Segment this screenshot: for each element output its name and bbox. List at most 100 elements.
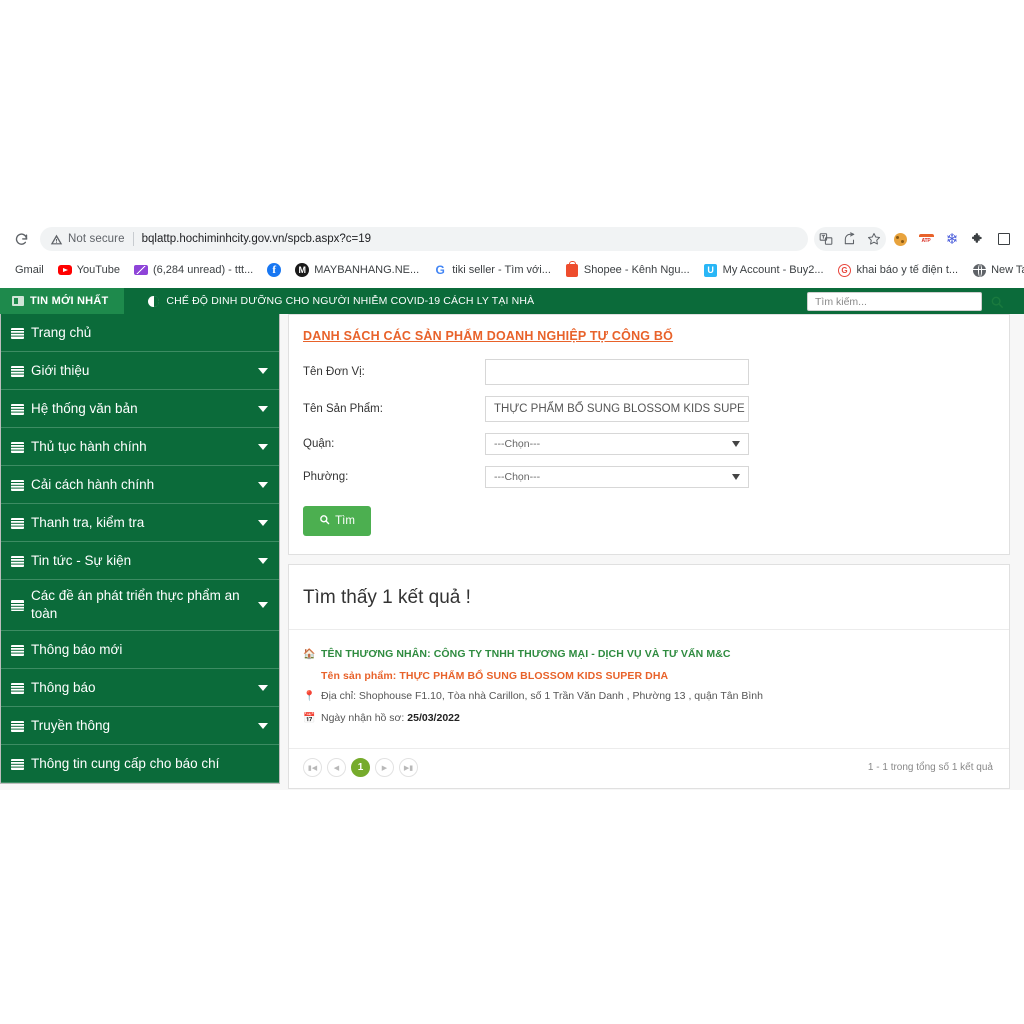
bookmark-shopee[interactable]: Shopee - Kênh Ngu...	[558, 261, 697, 279]
bookmark-label: My Account - Buy2...	[722, 264, 824, 276]
globe-icon	[972, 263, 986, 277]
shopee-icon	[565, 261, 579, 277]
bookmark-new-tab[interactable]: New Tab	[965, 261, 1024, 279]
translate-icon[interactable]	[814, 227, 838, 251]
district-select[interactable]: ---Chọn---	[485, 433, 749, 455]
product-input[interactable]: THỰC PHẨM BỔ SUNG BLOSSOM KIDS SUPE	[485, 396, 749, 422]
result-product-line: Tên sản phẩm: THỰC PHẨM BỔ SUNG BLOSSOM …	[303, 670, 1009, 682]
pagination-page-1[interactable]: 1	[351, 758, 370, 777]
result-address-line: 📍 Địa chỉ: Shophouse F1.10, Tòa nhà Cari…	[303, 690, 1009, 704]
sidebar-item-trang-chu[interactable]: Trang chủ	[1, 314, 279, 352]
bookmark-my-account-buy2[interactable]: U My Account - Buy2...	[697, 261, 831, 279]
atp-extension-icon[interactable]: ATP	[914, 227, 938, 251]
result-date-value: 25/03/2022	[407, 712, 460, 724]
bookmark-facebook[interactable]: f	[260, 261, 288, 279]
sidebar-item-label: Thủ tục hành chính	[31, 438, 147, 454]
screenshot-root: Not secure bqlattp.hochiminhcity.gov.vn/…	[0, 0, 1024, 1024]
sidepanel-icon[interactable]	[992, 227, 1016, 251]
sidebar-item-thu-tuc-hanh-chinh[interactable]: Thủ tục hành chính	[1, 428, 279, 466]
reload-button[interactable]	[8, 226, 34, 252]
bookmarks-bar: Gmail YouTube (6,284 unread) - ttt... f …	[0, 256, 1024, 284]
news-ticker[interactable]: CHẾ ĐỘ DINH DƯỠNG CHO NGƯỜI NHIỄM COVID-…	[148, 295, 534, 307]
search-icon	[319, 514, 330, 528]
pagination-first-button[interactable]: ▮◀	[303, 758, 322, 777]
bookmark-maybanhang[interactable]: M MAYBANHANG.NE...	[288, 261, 426, 279]
not-secure-warning-icon	[50, 233, 63, 246]
chevron-down-icon[interactable]	[258, 602, 268, 608]
chevron-down-icon[interactable]	[258, 684, 268, 691]
list-icon	[11, 479, 24, 491]
result-merchant-line: 🏠 TÊN THƯƠNG NHÂN: CÔNG TY TNHH THƯƠNG M…	[303, 648, 1009, 662]
sidebar-item-thong-tin-bao-chi[interactable]: Thông tin cung cấp cho báo chí	[1, 745, 279, 783]
chevron-down-icon[interactable]	[258, 367, 268, 374]
result-row[interactable]: 🏠 TÊN THƯƠNG NHÂN: CÔNG TY TNHH THƯƠNG M…	[289, 630, 1009, 748]
chevron-down-icon	[732, 474, 740, 480]
google-icon: G	[435, 263, 445, 277]
main-content: DANH SÁCH CÁC SẢN PHẨM DOANH NGHIỆP TỰ C…	[288, 314, 1010, 789]
chevron-down-icon[interactable]	[258, 443, 268, 450]
sidebar-item-label: Giới thiệu	[31, 362, 90, 378]
result-date-label: Ngày nhận hồ sơ:	[321, 712, 405, 724]
sidebar-item-tin-tuc-su-kien[interactable]: Tin tức - Sự kiện	[1, 542, 279, 580]
bookmark-youtube[interactable]: YouTube	[51, 261, 127, 279]
search-icon[interactable]	[990, 295, 1004, 309]
url-text: bqlattp.hochiminhcity.gov.vn/spcb.aspx?c…	[141, 233, 371, 245]
bookmark-unread-mail[interactable]: (6,284 unread) - ttt...	[127, 261, 260, 279]
sidebar-nav: Trang chủ Giới thiệu Hệ thống văn bản Th…	[0, 314, 280, 784]
sidebar-item-gioi-thieu[interactable]: Giới thiệu	[1, 352, 279, 390]
address-bar[interactable]: Not secure bqlattp.hochiminhcity.gov.vn/…	[40, 227, 808, 251]
chevron-down-icon[interactable]	[258, 519, 268, 526]
result-product: Tên sản phẩm: THỰC PHẨM BỔ SUNG BLOSSOM …	[321, 670, 669, 682]
bookmark-gmail[interactable]: Gmail	[8, 262, 51, 278]
web-page: TIN MỚI NHẤT CHẾ ĐỘ DINH DƯỠNG CHO NGƯỜI…	[0, 288, 1024, 790]
sidebar-item-cac-de-an[interactable]: Các đề án phát triển thực phẩm an toàn	[1, 580, 279, 631]
security-label: Not secure	[68, 233, 125, 245]
chevron-down-icon[interactable]	[258, 481, 268, 488]
list-icon	[11, 555, 24, 567]
list-icon	[11, 403, 24, 415]
bookmark-khai-bao-y-te[interactable]: G khai báo y tế điện t...	[831, 261, 966, 279]
product-value: THỰC PHẨM BỔ SUNG BLOSSOM KIDS SUPE	[494, 403, 745, 415]
khaibao-icon: G	[838, 263, 852, 277]
ward-select[interactable]: ---Chọn---	[485, 466, 749, 488]
chevron-down-icon[interactable]	[258, 722, 268, 729]
sidebar-item-thong-bao[interactable]: Thông báo	[1, 669, 279, 707]
sidebar-item-thanh-tra-kiem-tra[interactable]: Thanh tra, kiểm tra	[1, 504, 279, 542]
list-icon	[11, 365, 24, 377]
latest-news-badge[interactable]: TIN MỚI NHẤT	[0, 288, 125, 314]
unit-input[interactable]	[485, 359, 749, 385]
cookie-extension-icon[interactable]	[888, 227, 912, 251]
site-topbar: TIN MỚI NHẤT CHẾ ĐỘ DINH DƯỠNG CHO NGƯỜI…	[0, 288, 1024, 314]
results-header: Tìm thấy 1 kết quả !	[289, 565, 1009, 630]
page-body: Trang chủ Giới thiệu Hệ thống văn bản Th…	[0, 314, 1024, 789]
chevron-down-icon[interactable]	[258, 405, 268, 412]
sidebar-item-thong-bao-moi[interactable]: Thông báo mới	[1, 631, 279, 669]
search-input[interactable]: Tìm kiếm...	[807, 292, 982, 311]
sidebar-item-truyen-thong[interactable]: Truyền thông	[1, 707, 279, 745]
flower-extension-icon[interactable]: ❄	[940, 227, 964, 251]
extensions-puzzle-icon[interactable]	[966, 227, 990, 251]
product-label: Tên Sản Phẩm:	[303, 403, 383, 415]
pagination-next-button[interactable]: ▶	[375, 758, 394, 777]
bookmark-label: khai báo y tế điện t...	[856, 264, 959, 276]
sidebar-item-label: Thông báo mới	[31, 641, 123, 657]
chevron-down-icon[interactable]	[258, 557, 268, 564]
sidebar-item-he-thong-van-ban[interactable]: Hệ thống văn bản	[1, 390, 279, 428]
field-row-ward: Phường: ---Chọn---	[289, 466, 1009, 488]
ward-value: ---Chọn---	[494, 471, 541, 483]
sidebar-item-label: Các đề án phát triển thực phẩm an toàn	[31, 588, 240, 621]
search-submit-button[interactable]: Tìm	[303, 506, 371, 536]
share-icon[interactable]	[838, 227, 862, 251]
sidebar-item-cai-cach-hanh-chinh[interactable]: Cải cách hành chính	[1, 466, 279, 504]
result-date-line: 📅 Ngày nhận hồ sơ: 25/03/2022	[303, 712, 1009, 726]
list-icon	[11, 600, 24, 611]
bookmark-star-icon[interactable]	[862, 227, 886, 251]
contrast-circle-icon	[148, 295, 160, 307]
bookmark-tiki-seller[interactable]: G tiki seller - Tìm với...	[426, 261, 558, 279]
chevron-down-icon	[732, 441, 740, 447]
mail-icon	[133, 263, 148, 277]
news-icon	[12, 296, 24, 306]
list-icon	[11, 682, 24, 694]
pagination-last-button[interactable]: ▶▮	[399, 758, 418, 777]
pagination-prev-button[interactable]: ◀	[327, 758, 346, 777]
